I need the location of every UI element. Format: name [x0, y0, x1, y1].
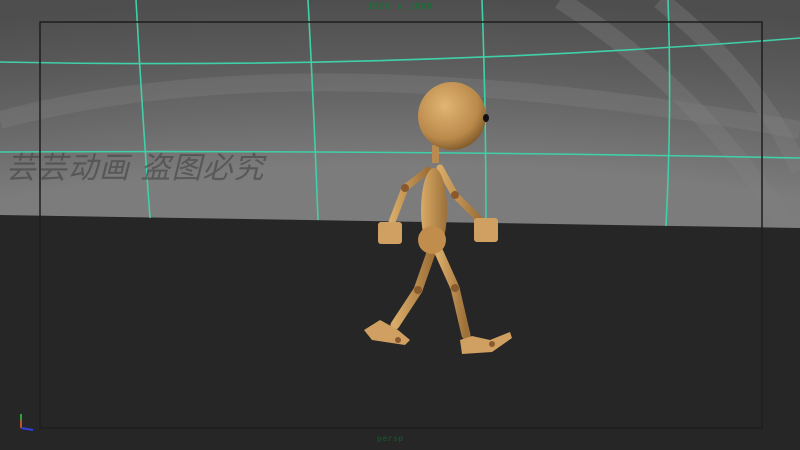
scene	[0, 0, 800, 450]
left-hand	[378, 222, 402, 244]
camera-label: persp	[377, 434, 404, 443]
watermark: 芸芸动画 盗图必究	[6, 151, 265, 186]
maya-viewport[interactable]: 芸芸动画 盗图必究 1920 x 1080 persp	[0, 0, 800, 450]
right-hand	[474, 218, 498, 242]
head	[418, 82, 486, 150]
resolution-label: 1920 x 1080	[367, 2, 433, 12]
